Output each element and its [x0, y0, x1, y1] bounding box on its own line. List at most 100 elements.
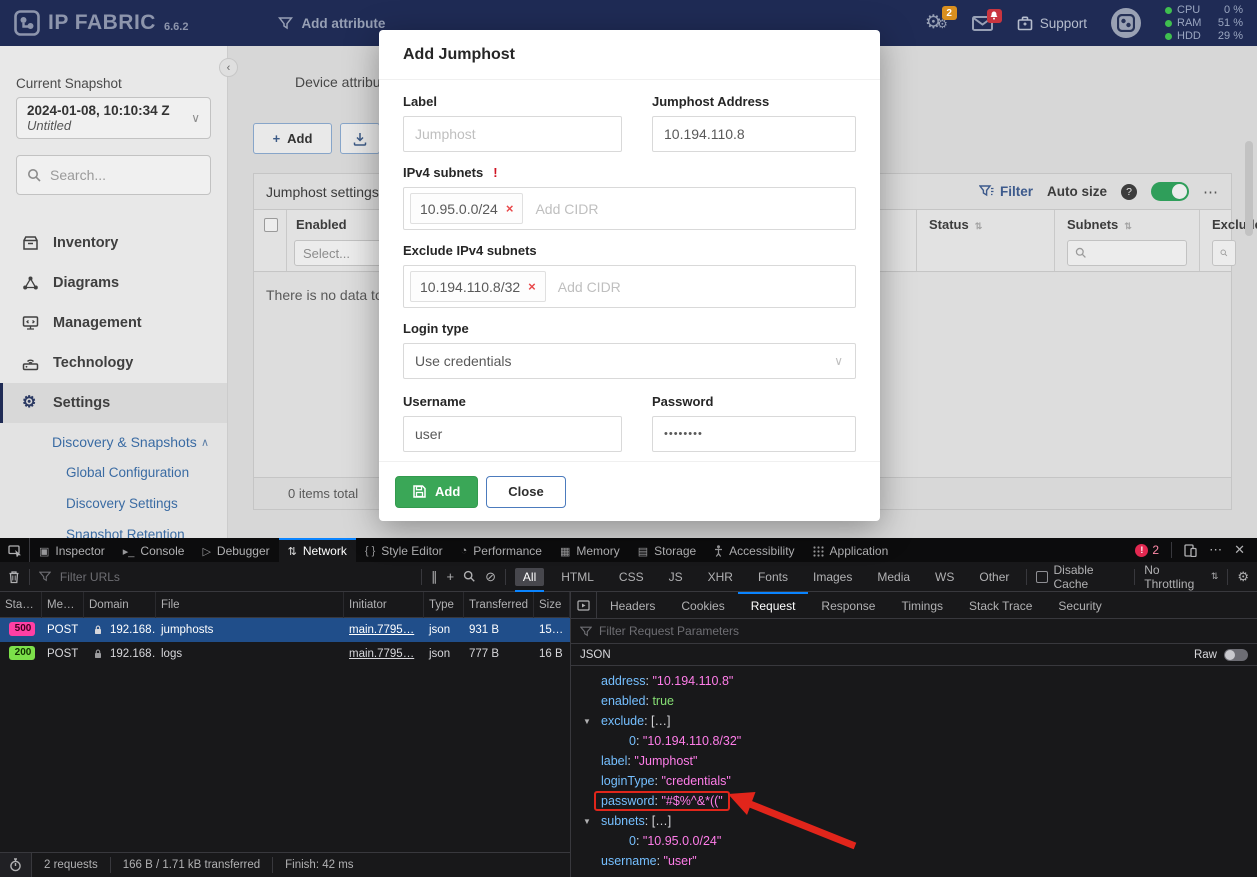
filter-urls-input[interactable]: [60, 570, 412, 584]
filter-ws[interactable]: WS: [927, 568, 962, 586]
json-row-password[interactable]: password"#$%^&*((": [571, 791, 1257, 811]
devtools-menu-icon[interactable]: ⋯: [1209, 542, 1222, 558]
tab-security[interactable]: Security: [1045, 592, 1114, 618]
responsive-mode-icon[interactable]: [1184, 544, 1197, 557]
tab-memory[interactable]: ▦Memory: [551, 538, 629, 562]
sidebar-item-diagrams[interactable]: Diagrams: [0, 263, 227, 303]
sidebar-collapse-button[interactable]: ‹: [219, 58, 238, 77]
submenu-discovery-settings[interactable]: Discovery Settings: [0, 488, 227, 519]
column-enabled[interactable]: Enabled: [296, 217, 347, 232]
label-input[interactable]: [403, 116, 622, 152]
sidebar-item-settings[interactable]: ⚙ Settings: [0, 383, 227, 423]
filter-xhr[interactable]: XHR: [700, 568, 741, 586]
throttling-select[interactable]: No Throttling⇅: [1144, 563, 1218, 591]
pause-icon[interactable]: ∥: [431, 569, 438, 585]
json-row-exclude-0[interactable]: 0"10.194.110.8/32": [571, 731, 1257, 751]
submenu-global-configuration[interactable]: Global Configuration: [0, 457, 227, 488]
initiator-link[interactable]: main.7795…: [344, 624, 424, 636]
filter-request-parameters-input[interactable]: [599, 624, 899, 638]
request-row-jumphosts[interactable]: 500 POST 192.168… jumphosts main.7795… j…: [0, 618, 570, 642]
jumphost-address-input[interactable]: [652, 116, 856, 152]
col-transferred[interactable]: Transferred: [464, 592, 534, 618]
download-button[interactable]: [340, 123, 380, 154]
tab-timings[interactable]: Timings: [888, 592, 956, 618]
table-add-button[interactable]: + Add: [253, 123, 332, 154]
system-settings-button[interactable]: ⚙⚙ 2: [925, 13, 948, 33]
col-size[interactable]: Size: [534, 592, 570, 618]
content-scrollbar[interactable]: [1245, 141, 1253, 236]
tab-request[interactable]: Request: [738, 592, 809, 618]
auto-size-toggle[interactable]: [1151, 182, 1189, 201]
more-options-icon[interactable]: ⋯: [1203, 183, 1219, 201]
select-all-checkbox[interactable]: [264, 218, 278, 232]
close-devtools-icon[interactable]: ✕: [1234, 542, 1245, 558]
tab-console[interactable]: ▸_Console: [114, 538, 194, 562]
filter-html[interactable]: HTML: [553, 568, 602, 586]
login-type-select[interactable]: Use credentials ∨: [403, 343, 856, 379]
tab-cookies[interactable]: Cookies: [668, 592, 737, 618]
clear-requests-icon[interactable]: [8, 570, 20, 584]
tab-headers[interactable]: Headers: [597, 592, 668, 618]
twisty-icon[interactable]: ▼: [583, 717, 591, 726]
col-method[interactable]: Me…: [42, 592, 84, 618]
exclude-search-input[interactable]: [1212, 240, 1236, 266]
support-button[interactable]: Support: [1017, 15, 1087, 31]
submenu-discovery-snapshots[interactable]: Discovery & Snapshots ∧: [0, 427, 227, 457]
json-row-address[interactable]: address"10.194.110.8": [571, 671, 1257, 691]
help-icon[interactable]: ?: [1121, 184, 1137, 200]
add-icon[interactable]: +: [446, 569, 454, 584]
filter-fonts[interactable]: Fonts: [750, 568, 796, 586]
json-row-subnets-0[interactable]: 0"10.95.0.0/24": [571, 831, 1257, 851]
tab-application[interactable]: Application: [804, 538, 898, 562]
add-button[interactable]: Add: [395, 476, 478, 508]
json-row-enabled[interactable]: enabledtrue: [571, 691, 1257, 711]
error-count-badge[interactable]: !2: [1135, 543, 1159, 557]
column-status[interactable]: Status⇅: [929, 217, 982, 232]
username-input[interactable]: [403, 416, 622, 452]
password-input[interactable]: [652, 416, 856, 452]
json-row-label[interactable]: label"Jumphost": [571, 751, 1257, 771]
tab-stack-trace[interactable]: Stack Trace: [956, 592, 1045, 618]
tab-inspector[interactable]: ▣Inspector: [30, 538, 114, 562]
tab-response[interactable]: Response: [808, 592, 888, 618]
snapshot-selector[interactable]: 2024-01-08, 10:10:34 Z Untitled ∨: [16, 97, 211, 139]
exclude-tag-input[interactable]: 10.194.110.8/32× Add CIDR: [403, 265, 856, 308]
sidebar-item-technology[interactable]: Technology: [0, 343, 227, 383]
network-settings-gear-icon[interactable]: ⚙: [1237, 569, 1249, 585]
tab-performance[interactable]: ◔Performance: [452, 538, 551, 562]
raw-toggle[interactable]: [1224, 649, 1248, 661]
filter-button[interactable]: Filter: [979, 184, 1033, 199]
subnets-tag-input[interactable]: 10.95.0.0/24× Add CIDR: [403, 187, 856, 230]
col-type[interactable]: Type: [424, 592, 464, 618]
sidebar-item-management[interactable]: Management: [0, 303, 227, 343]
disable-cache-checkbox[interactable]: Disable Cache: [1036, 563, 1125, 591]
toggle-panel-icon[interactable]: [571, 592, 597, 618]
notifications-button[interactable]: [972, 16, 993, 31]
add-attribute-button[interactable]: Add attribute: [278, 16, 385, 31]
json-section-label[interactable]: JSON: [580, 649, 611, 661]
close-button[interactable]: Close: [486, 476, 565, 508]
tab-debugger[interactable]: ▷Debugger: [193, 538, 278, 562]
json-row-subnets[interactable]: ▼subnets[…]: [571, 811, 1257, 831]
tab-storage[interactable]: ▤Storage: [629, 538, 705, 562]
filter-other[interactable]: Other: [971, 568, 1017, 586]
json-row-exclude[interactable]: ▼exclude[…]: [571, 711, 1257, 731]
filter-images[interactable]: Images: [805, 568, 860, 586]
tab-style-editor[interactable]: { }Style Editor: [356, 538, 452, 562]
subnets-search-input[interactable]: [1067, 240, 1187, 266]
remove-tag-icon[interactable]: ×: [506, 201, 514, 216]
twisty-icon[interactable]: ▼: [583, 817, 591, 826]
request-row-logs[interactable]: 200 POST 192.168… logs main.7795… json 7…: [0, 642, 570, 666]
tab-accessibility[interactable]: Accessibility: [705, 538, 803, 562]
filter-css[interactable]: CSS: [611, 568, 652, 586]
col-domain[interactable]: Domain: [84, 592, 156, 618]
remove-tag-icon[interactable]: ×: [528, 279, 536, 294]
filter-all[interactable]: All: [515, 568, 544, 586]
pick-element-icon[interactable]: [0, 538, 30, 562]
filter-js[interactable]: JS: [661, 568, 691, 586]
search-input[interactable]: [50, 167, 190, 183]
sidebar-search[interactable]: [16, 155, 211, 195]
sidebar-item-inventory[interactable]: Inventory: [0, 223, 227, 263]
column-subnets[interactable]: Subnets⇅: [1067, 217, 1132, 232]
json-row-username[interactable]: username"user": [571, 851, 1257, 871]
